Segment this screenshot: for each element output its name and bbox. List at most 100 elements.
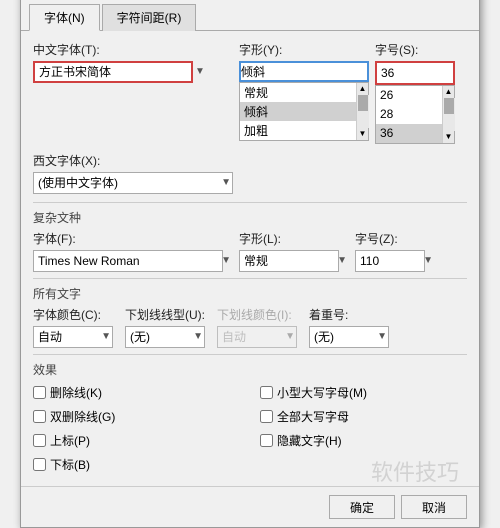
all-text-title: 所有文字 [33,278,467,302]
cancel-button[interactable]: 取消 [401,495,467,519]
ok-button[interactable]: 确定 [329,495,395,519]
effect-all-caps-label: 全部大写字母 [277,408,349,425]
complex-font-wrapper: Times New Roman ▼ [33,250,233,272]
all-text-row: 字体颜色(C): 自动 ▼ 下划线线型(U): (无) ▼ 下划 [33,306,467,348]
western-font-wrapper: (使用中文字体) ▼ [33,172,233,194]
complex-style-group: 字形(L): 常规 ▼ [239,230,349,272]
size-scroll-thumb [444,98,454,114]
western-font-select[interactable]: (使用中文字体) [33,172,233,194]
emphasis-group: 着重号: (无) ▼ [309,306,389,348]
underline-label: 下划线线型(U): [125,306,205,323]
effect-strikethrough-checkbox[interactable] [33,386,46,399]
underline-group: 下划线线型(U): (无) ▼ [125,306,205,348]
effect-hidden-label: 隐藏文字(H) [277,432,342,449]
complex-size-group: 字号(Z): 110 ▼ [355,230,435,272]
style-scroll-up[interactable]: ▲ [357,83,369,95]
size-input-wrapper[interactable] [375,61,455,85]
size-scroll-down[interactable]: ▼ [443,131,455,143]
complex-font-select[interactable]: Times New Roman [33,250,223,272]
complex-size-label: 字号(Z): [355,230,435,247]
effect-small-caps: 小型大写字母(M) [260,382,467,404]
color-group: 字体颜色(C): 自动 ▼ [33,306,113,348]
dialog-content: 中文字体(T): ▼ 字形(Y): 倾斜 常规 倾斜 加粗 [21,31,479,486]
size-scrollbar[interactable]: ▲ ▼ [442,86,454,143]
style-label: 字形(Y): [239,41,369,58]
style-option-italic[interactable]: 倾斜 [240,102,356,121]
effect-subscript-label: 下标(B) [50,456,90,473]
size-scroll-track[interactable] [443,98,455,131]
underline-color-group: 下划线颜色(I): 自动 ▼ [217,306,297,348]
effect-double-strikethrough-label: 双删除线(G) [50,408,115,425]
style-scrollbar[interactable]: ▲ ▼ [356,83,368,140]
effects-title: 效果 [33,354,467,378]
style-scroll-track[interactable] [357,95,369,128]
effect-superscript-label: 上标(P) [50,432,90,449]
complex-style-wrapper: 常规 ▼ [239,250,349,272]
size-input[interactable] [377,63,453,83]
underline-color-label: 下划线颜色(I): [217,306,297,323]
emphasis-wrapper: (无) ▼ [309,326,389,348]
effect-small-caps-label: 小型大写字母(M) [277,384,367,401]
effects-grid: 删除线(K) 小型大写字母(M) 双删除线(G) 全部大写字母 上标(P) [33,382,467,476]
size-label: 字号(S): [375,41,455,58]
effect-subscript-checkbox[interactable] [33,458,46,471]
underline-wrapper: (无) ▼ [125,326,205,348]
effect-double-strikethrough: 双删除线(G) [33,406,240,428]
complex-size-select[interactable]: 110 [355,250,425,272]
western-font-section: 西文字体(X): (使用中文字体) ▼ [33,152,467,194]
effects-section: 效果 删除线(K) 小型大写字母(M) 双删除线(G) 全部大写字母 [33,354,467,476]
effect-all-caps-checkbox[interactable] [260,410,273,423]
size-list-content: 26 28 36 [376,86,442,143]
style-selected[interactable]: 倾斜 [241,63,367,80]
tab-bar: 字体(N) 字符间距(R) [21,0,479,31]
chinese-font-arrow: ▼ [195,66,205,77]
size-option-36[interactable]: 36 [376,124,442,143]
color-select[interactable]: 自动 [33,326,113,348]
style-group: 字形(Y): 倾斜 常规 倾斜 加粗 ▲ ▼ [239,41,369,141]
style-scroll-thumb [358,95,368,111]
effect-superscript-checkbox[interactable] [33,434,46,447]
style-list-content: 常规 倾斜 加粗 [240,83,356,140]
complex-style-label: 字形(L): [239,230,349,247]
style-list: 常规 倾斜 加粗 ▲ ▼ [239,82,369,141]
complex-font-group: 字体(F): Times New Roman ▼ [33,230,233,272]
effect-strikethrough: 删除线(K) [33,382,240,404]
complex-fields-row: 字体(F): Times New Roman ▼ 字形(L): 常规 ▼ [33,230,467,272]
effect-hidden-checkbox[interactable] [260,434,273,447]
tab-font[interactable]: 字体(N) [29,4,100,31]
underline-color-wrapper: 自动 ▼ [217,326,297,348]
style-option-bold[interactable]: 加粗 [240,121,356,140]
style-scroll-down[interactable]: ▼ [357,128,369,140]
bottom-buttons: 确定 取消 [21,486,479,527]
chinese-font-group: 中文字体(T): ▼ [33,41,233,83]
style-dropdown[interactable]: 倾斜 [239,61,369,82]
complex-size-wrapper: 110 ▼ [355,250,435,272]
chinese-font-input[interactable] [33,61,193,83]
color-wrapper: 自动 ▼ [33,326,113,348]
size-option-28[interactable]: 28 [376,105,442,124]
effect-hidden: 隐藏文字(H) [260,430,467,452]
effect-double-strikethrough-checkbox[interactable] [33,410,46,423]
emphasis-label: 着重号: [309,306,389,323]
style-option-regular[interactable]: 常规 [240,83,356,102]
western-font-label: 西文字体(X): [33,152,467,169]
color-label: 字体颜色(C): [33,306,113,323]
effect-strikethrough-label: 删除线(K) [50,384,102,401]
size-list: 26 28 36 ▲ ▼ [375,85,455,144]
complex-section-title: 复杂文种 [33,202,467,226]
tab-char-spacing[interactable]: 字符间距(R) [102,4,197,31]
emphasis-select[interactable]: (无) [309,326,389,348]
underline-select[interactable]: (无) [125,326,205,348]
effect-superscript: 上标(P) [33,430,240,452]
size-group: 字号(S): 26 28 36 ▲ ▼ [375,41,455,144]
underline-color-select: 自动 [217,326,297,348]
complex-font-label: 字体(F): [33,230,233,247]
effect-all-caps: 全部大写字母 [260,406,467,428]
size-option-26[interactable]: 26 [376,86,442,105]
complex-style-select[interactable]: 常规 [239,250,339,272]
effect-small-caps-checkbox[interactable] [260,386,273,399]
main-fields-row: 中文字体(T): ▼ 字形(Y): 倾斜 常规 倾斜 加粗 [33,41,467,144]
size-scroll-up[interactable]: ▲ [443,86,455,98]
chinese-font-label: 中文字体(T): [33,41,233,58]
font-dialog: W 字体 ✕ 字体(N) 字符间距(R) 中文字体(T): ▼ 字形(Y): [20,0,480,528]
